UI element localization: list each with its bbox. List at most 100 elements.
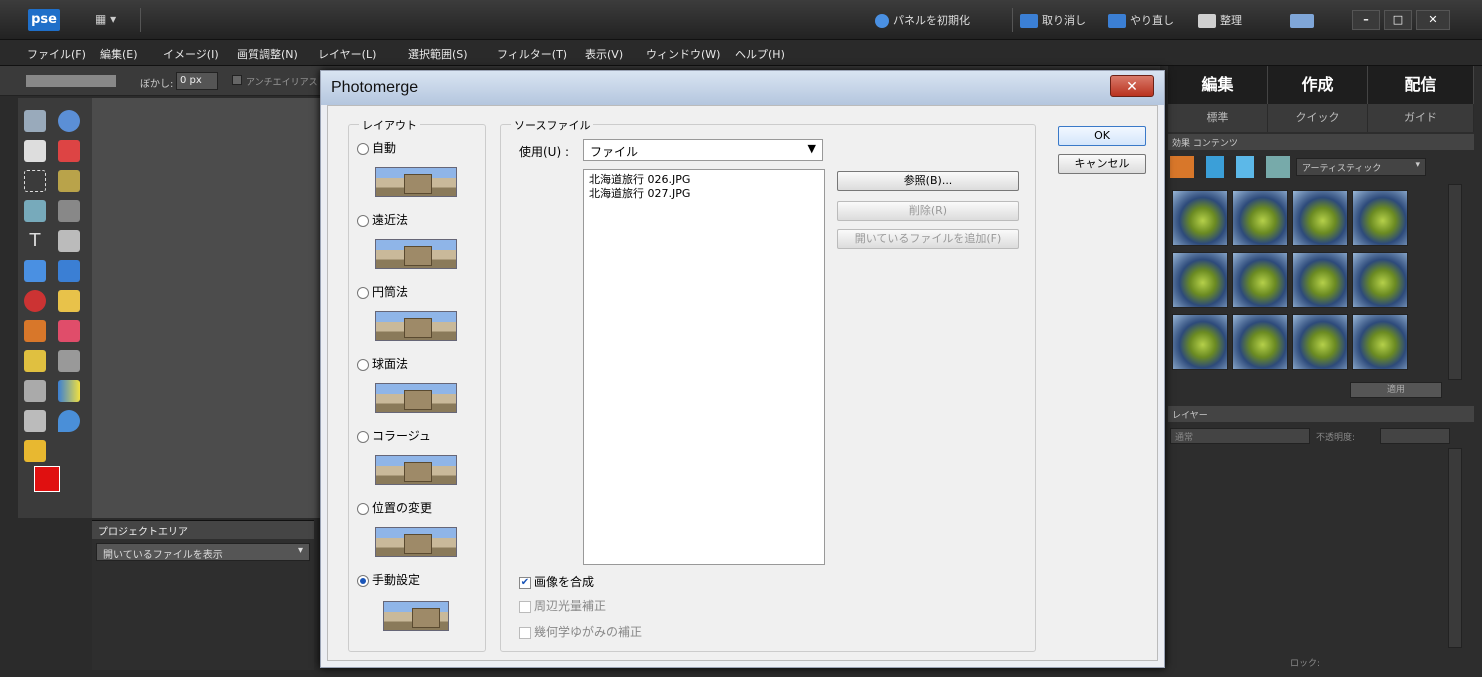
menu-filter[interactable]: フィルター(T) (497, 46, 567, 62)
type-tool-icon[interactable]: T (24, 230, 46, 252)
browse-button[interactable]: 参照(B)... (837, 171, 1019, 191)
blend-mode-dropdown[interactable]: 通常 (1170, 428, 1310, 444)
layout-interactive-radio[interactable]: 手動設定 (357, 571, 420, 588)
apply-button[interactable]: 適用 (1350, 382, 1442, 398)
move-tool-icon[interactable] (24, 110, 46, 132)
tab-quick-fix[interactable]: クイック (1268, 104, 1368, 132)
source-file-list[interactable]: 北海道旅行 026.JPG 北海道旅行 027.JPG (583, 169, 825, 565)
menu-file[interactable]: ファイル(F) (27, 46, 86, 62)
blur-tool-icon[interactable] (58, 410, 80, 432)
effect-thumbnail[interactable] (1352, 314, 1408, 370)
effect-thumbnail[interactable] (1352, 190, 1408, 246)
gradient-icon[interactable] (58, 380, 80, 402)
menu-edit[interactable]: 編集(E) (100, 46, 138, 62)
close-window-button[interactable]: ✕ (1416, 10, 1450, 30)
foreground-color-swatch[interactable] (34, 466, 60, 492)
menu-select[interactable]: 選択範囲(S) (408, 46, 468, 62)
remove-button[interactable]: 削除(R) (837, 201, 1019, 221)
tab-share[interactable]: 配信 (1368, 66, 1474, 104)
healing-brush-icon[interactable] (58, 290, 80, 312)
home-button[interactable] (1290, 12, 1318, 30)
effect-thumbnail[interactable] (1292, 314, 1348, 370)
eyedropper-icon[interactable] (58, 140, 80, 162)
layout-auto-radio[interactable]: 自動 (357, 139, 396, 156)
brush-icon[interactable] (24, 350, 46, 372)
tab-guided[interactable]: ガイド (1368, 104, 1474, 132)
selection-mode-icons[interactable] (26, 75, 116, 87)
checkbox-icon (519, 626, 531, 639)
layout-spherical-label: 球面法 (372, 357, 409, 371)
chevron-down-icon: ▾ (1415, 160, 1420, 170)
selection-arrow-icon[interactable] (24, 410, 46, 432)
shape-tool-icon[interactable] (24, 260, 46, 282)
redo-button[interactable]: やり直し (1108, 12, 1174, 30)
effect-thumbnail[interactable] (1172, 190, 1228, 246)
layout-reposition-radio[interactable]: 位置の変更 (357, 499, 432, 516)
add-open-files-button[interactable]: 開いているファイルを追加(F) (837, 229, 1019, 249)
minimize-button[interactable]: – (1352, 10, 1380, 30)
layers-scrollbar[interactable] (1448, 448, 1462, 648)
source-files-group: ソースファイル 使用(U) : ファイル ▼ 北海道旅行 026.JPG 北海道… (500, 117, 1036, 652)
red-eye-icon[interactable] (24, 290, 46, 312)
view-menu-button[interactable]: ▦ ▾ (95, 12, 127, 28)
list-item[interactable]: 北海道旅行 026.JPG (589, 173, 819, 187)
menu-enhance[interactable]: 画質調整(N) (237, 46, 298, 62)
list-item[interactable]: 北海道旅行 027.JPG (589, 187, 819, 201)
paint-bucket-icon[interactable] (24, 380, 46, 402)
clone-stamp-icon[interactable] (24, 320, 46, 342)
distortion-correction-option[interactable]: 幾何学ゆがみの補正 (519, 623, 642, 640)
effects-style-dropdown[interactable]: アーティスティック ▾ (1296, 158, 1426, 176)
effect-thumbnail[interactable] (1352, 252, 1408, 308)
hand-tool-icon[interactable] (24, 140, 46, 162)
dialog-close-button[interactable]: ✕ (1110, 75, 1154, 97)
quick-selection-icon[interactable] (58, 200, 80, 222)
marquee-tool-icon[interactable] (24, 170, 46, 192)
tab-full-edit[interactable]: 標準 (1168, 104, 1268, 132)
recompose-icon[interactable] (58, 260, 80, 282)
use-dropdown[interactable]: ファイル ▼ (583, 139, 823, 161)
lasso-tool-icon[interactable] (58, 170, 80, 192)
layout-spherical-radio[interactable]: 球面法 (357, 355, 408, 372)
effect-thumbnail[interactable] (1172, 252, 1228, 308)
menu-layer[interactable]: レイヤー(L) (318, 46, 376, 62)
effects-category-icons[interactable] (1170, 156, 1290, 178)
layout-perspective-radio[interactable]: 遠近法 (357, 211, 408, 228)
effect-thumbnail[interactable] (1232, 252, 1288, 308)
organize-button[interactable]: 整理 (1198, 12, 1242, 30)
magic-wand-icon[interactable] (24, 200, 46, 222)
dialog-title-bar: Photomerge ✕ (321, 71, 1164, 105)
ok-button[interactable]: OK (1058, 126, 1146, 146)
eraser-icon[interactable] (58, 320, 80, 342)
antialias-checkbox[interactable] (232, 75, 242, 85)
effects-scrollbar[interactable] (1448, 184, 1462, 380)
zoom-tool-icon[interactable] (58, 110, 80, 132)
blend-images-option[interactable]: ✔ 画像を合成 (519, 573, 594, 590)
layout-cylindrical-preview (375, 311, 457, 341)
layout-cylindrical-radio[interactable]: 円筒法 (357, 283, 408, 300)
effect-thumbnail[interactable] (1232, 190, 1288, 246)
reset-panels-button[interactable]: パネルを初期化 (875, 12, 970, 30)
effect-thumbnail[interactable] (1172, 314, 1228, 370)
effect-thumbnail[interactable] (1292, 252, 1348, 308)
effect-thumbnail[interactable] (1292, 190, 1348, 246)
project-files-dropdown[interactable]: 開いているファイルを表示 ▾ (96, 543, 310, 561)
menu-help[interactable]: ヘルプ(H) (735, 46, 785, 62)
vignette-removal-option[interactable]: 周辺光量補正 (519, 597, 606, 614)
menu-window[interactable]: ウィンドウ(W) (646, 46, 720, 62)
feather-input[interactable]: 0 px (176, 72, 218, 90)
layout-interactive-label: 手動設定 (372, 573, 421, 587)
crop-tool-icon[interactable] (58, 230, 80, 252)
effect-thumbnail[interactable] (1232, 314, 1288, 370)
opacity-input[interactable] (1380, 428, 1450, 444)
menu-view[interactable]: 表示(V) (585, 46, 623, 62)
undo-button[interactable]: 取り消し (1020, 12, 1086, 30)
menu-image[interactable]: イメージ(I) (163, 46, 219, 62)
divider (1012, 8, 1013, 32)
sponge-tool-icon[interactable] (24, 440, 46, 462)
layout-collage-radio[interactable]: コラージュ (357, 427, 431, 444)
tab-create[interactable]: 作成 (1268, 66, 1368, 104)
tab-edit[interactable]: 編集 (1168, 66, 1268, 104)
cancel-button[interactable]: キャンセル (1058, 154, 1146, 174)
maximize-button[interactable]: □ (1384, 10, 1412, 30)
smart-brush-icon[interactable] (58, 350, 80, 372)
